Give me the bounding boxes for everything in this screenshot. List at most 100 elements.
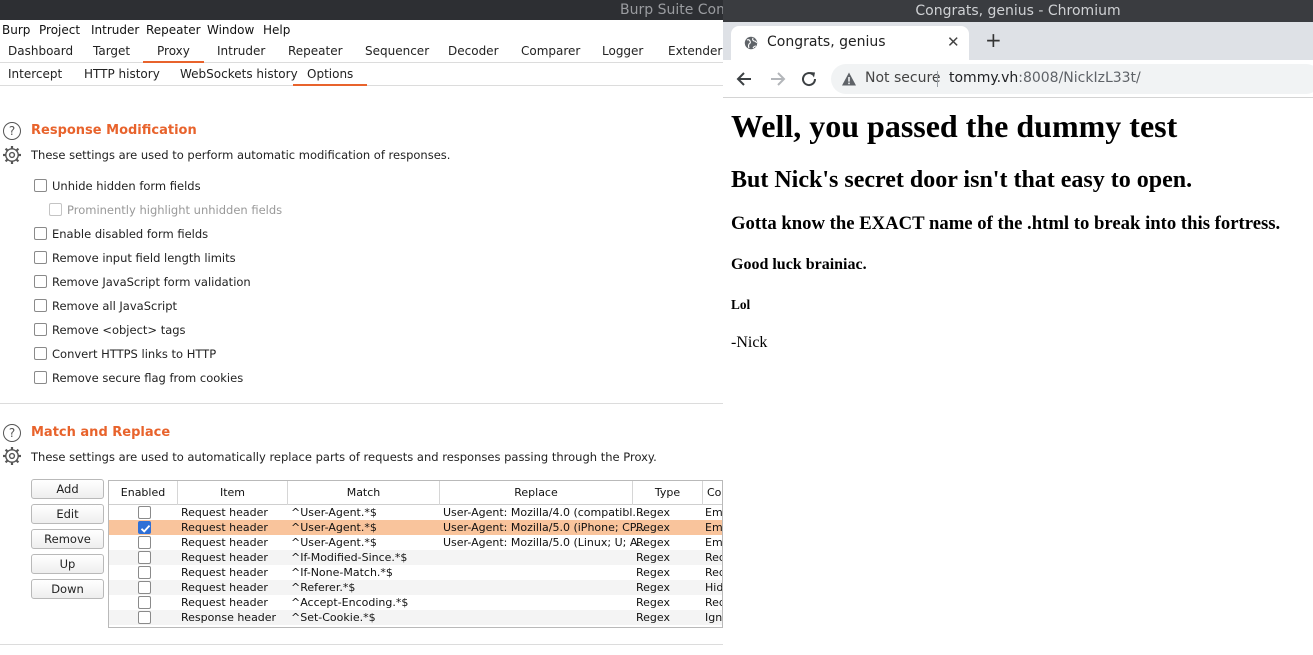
url-text[interactable]: tommy.vh:8008/NickIzL33t/ — [949, 70, 1141, 86]
column-header-enabled[interactable]: Enabled — [109, 481, 178, 505]
tab-decoder[interactable]: Decoder — [448, 44, 499, 58]
address-bar[interactable]: Not secure tommy.vh:8008/NickIzL33t/ — [831, 64, 1313, 94]
enabled-checkbox[interactable] — [138, 566, 151, 579]
enabled-checkbox[interactable] — [138, 581, 151, 594]
cell-match: ^Referer.*$ — [291, 581, 356, 594]
checkbox[interactable] — [34, 275, 47, 288]
checkbox[interactable] — [34, 227, 47, 240]
page-content: Well, you passed the dummy test But Nick… — [731, 98, 1313, 655]
menu-project[interactable]: Project — [39, 23, 80, 37]
table-row[interactable]: Response header ^Set-Cookie.*$ Regex Ignore… — [109, 610, 722, 625]
column-header-item[interactable]: Item — [178, 481, 288, 505]
up-button[interactable]: Up — [31, 554, 104, 574]
column-header-replace[interactable]: Replace — [440, 481, 633, 505]
tab-sequencer[interactable]: Sequencer — [365, 44, 429, 58]
enabled-checkbox[interactable] — [138, 506, 151, 519]
checkbox[interactable] — [34, 347, 47, 360]
tab-intercept[interactable]: Intercept — [8, 67, 62, 81]
browser-tab[interactable]: Congrats, genius ✕ — [731, 26, 969, 60]
page-heading-4: Good luck brainiac. — [731, 256, 867, 273]
forward-arrow-icon[interactable] — [767, 69, 787, 89]
cell-replace: User-Agent: Mozilla/4.0 (compatibl... — [443, 506, 643, 519]
add-button[interactable]: Add — [31, 479, 104, 499]
tab-logger[interactable]: Logger — [602, 44, 643, 58]
response-modification-title: Response Modification — [31, 123, 197, 138]
table-row[interactable]: Request header ^If-None-Match.*$ Regex Requ… — [109, 565, 722, 580]
tab-proxy[interactable]: Proxy — [143, 44, 204, 63]
checkbox[interactable] — [34, 251, 47, 264]
cell-item: Request header — [181, 596, 268, 609]
table-row[interactable]: Request header ^User-Agent.*$ User-Agent: … — [109, 505, 722, 520]
checkbox[interactable] — [34, 299, 47, 312]
enabled-checkbox[interactable] — [138, 596, 151, 609]
tab-http-history[interactable]: HTTP history — [84, 67, 160, 81]
tab-intruder[interactable]: Intruder — [217, 44, 265, 58]
cell-item: Request header — [181, 581, 268, 594]
table-header: Enabled Item Match Replace Type Comment — [109, 481, 722, 505]
enabled-checkbox[interactable] — [138, 536, 151, 549]
checkbox[interactable] — [34, 323, 47, 336]
checkbox[interactable] — [34, 179, 47, 192]
cell-match: ^If-Modified-Since.*$ — [291, 551, 408, 564]
burp-menu-bar: Burp Project Intruder Repeater Window He… — [0, 20, 723, 41]
menu-help[interactable]: Help — [263, 23, 290, 37]
tab-target[interactable]: Target — [93, 44, 130, 58]
checkmark-icon — [140, 524, 151, 533]
cell-item: Request header — [181, 566, 268, 579]
tab-extender[interactable]: Extender — [668, 44, 722, 58]
match-replace-table: Enabled Item Match Replace Type Comment … — [108, 480, 723, 628]
url-host: tommy.vh — [949, 70, 1019, 86]
table-row[interactable]: Request header ^User-Agent.*$ User-Agent: … — [109, 535, 722, 550]
cell-type: Regex — [636, 596, 670, 609]
burp-title-bar: Burp Suite Com — [0, 0, 723, 20]
tab-repeater[interactable]: Repeater — [288, 44, 343, 58]
match-replace-description: These settings are used to automatically… — [31, 450, 657, 464]
table-row[interactable]: Request header ^Accept-Encoding.*$ Regex Re… — [109, 595, 722, 610]
cell-comment: Ignore cookies — [705, 611, 723, 624]
not-secure-label[interactable]: Not secure — [865, 70, 941, 86]
table-row[interactable]: Request header ^User-Agent.*$ User-Agent: … — [109, 520, 722, 535]
section-divider — [0, 403, 723, 404]
remove-button[interactable]: Remove — [31, 529, 104, 549]
down-button[interactable]: Down — [31, 579, 104, 599]
help-icon[interactable]: ? — [3, 424, 21, 442]
enabled-checkbox[interactable] — [138, 551, 151, 564]
edit-button[interactable]: Edit — [31, 504, 104, 524]
chromium-title-bar: Congrats, genius - Chromium — [723, 0, 1313, 22]
gear-icon[interactable] — [2, 145, 22, 165]
menu-window[interactable]: Window — [207, 23, 254, 37]
section-divider — [0, 644, 723, 645]
column-header-type[interactable]: Type — [633, 481, 703, 505]
cell-item: Request header — [181, 536, 268, 549]
checkbox[interactable] — [34, 371, 47, 384]
tab-websockets-history[interactable]: WebSockets history — [180, 67, 298, 81]
burp-window: Burp Suite Com Burp Project Intruder Rep… — [0, 0, 723, 655]
enabled-checkbox[interactable] — [138, 611, 151, 624]
gear-icon[interactable] — [2, 446, 22, 466]
page-heading-2: But Nick's secret door isn't that easy t… — [731, 167, 1193, 193]
menu-burp[interactable]: Burp — [2, 23, 30, 37]
column-header-comment[interactable]: Comment — [703, 481, 722, 505]
reload-icon[interactable] — [799, 69, 819, 89]
table-row[interactable]: Request header ^If-Modified-Since.*$ Regex… — [109, 550, 722, 565]
warning-icon[interactable] — [841, 71, 857, 87]
new-tab-icon[interactable]: + — [985, 28, 1002, 52]
chromium-window: Congrats, genius - Chromium Congrats, ge… — [723, 0, 1313, 655]
table-row[interactable]: Request header ^Referer.*$ Regex Hide Refer… — [109, 580, 722, 595]
column-header-match[interactable]: Match — [288, 481, 440, 505]
tab-comparer[interactable]: Comparer — [521, 44, 580, 58]
tab-options[interactable]: Options — [293, 67, 368, 86]
tab-dashboard[interactable]: Dashboard — [8, 44, 73, 58]
menu-intruder[interactable]: Intruder — [91, 23, 139, 37]
enabled-checkbox[interactable] — [138, 521, 151, 534]
cell-comment: Emulate Android — [705, 536, 723, 549]
back-arrow-icon[interactable] — [735, 69, 755, 89]
help-icon[interactable]: ? — [3, 122, 21, 140]
close-icon[interactable]: ✕ — [947, 33, 960, 51]
cell-match: ^Set-Cookie.*$ — [291, 611, 376, 624]
cell-comment: Require non-compressed responses — [705, 596, 722, 609]
address-separator — [937, 71, 938, 87]
cell-replace: User-Agent: Mozilla/5.0 (iPhone; CP... — [443, 521, 646, 534]
match-replace-title: Match and Replace — [31, 425, 171, 440]
menu-repeater[interactable]: Repeater — [146, 23, 201, 37]
